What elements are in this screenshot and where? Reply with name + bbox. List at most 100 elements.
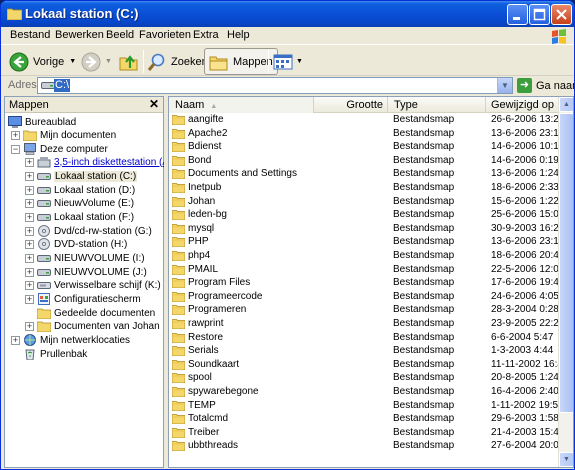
file-row[interactable]: Programeercode Bestandsmap 24-6-2006 4:05: [169, 291, 560, 305]
file-row[interactable]: Restore Bestandsmap 6-6-2004 5:47: [169, 332, 560, 346]
file-row[interactable]: Bdienst Bestandsmap 14-6-2006 10:15: [169, 141, 564, 155]
folders-button[interactable]: Mappen: [204, 48, 278, 75]
minimize-button[interactable]: [507, 4, 528, 25]
tree-expander[interactable]: +: [25, 268, 34, 277]
column-type[interactable]: Type: [388, 97, 486, 113]
file-row[interactable]: Treiber Bestandsmap 21-4-2003 15:43: [169, 427, 564, 441]
folder-icon: [172, 291, 185, 302]
tree-item-my-computer[interactable]: Deze computer: [23, 142, 108, 156]
folder-icon: [172, 332, 185, 343]
tree-item-drive-f[interactable]: Lokaal station (F:): [37, 210, 134, 224]
menu-favorieten[interactable]: Favorieten: [139, 29, 191, 41]
forward-button[interactable]: ▼: [81, 48, 112, 75]
file-row[interactable]: ubbthreads Bestandsmap 27-6-2004 20:05: [169, 440, 564, 454]
file-row[interactable]: rawprint Bestandsmap 23-9-2005 22:26: [169, 318, 564, 332]
tree-item-johan-documents[interactable]: Documenten van Johan: [37, 319, 160, 333]
tree-expander[interactable]: +: [25, 186, 34, 195]
tree-item-floppy-a[interactable]: 3,5-inch diskettestation (A:): [37, 155, 175, 169]
tree-item-drive-i[interactable]: NIEUWVOLUME (I:): [37, 251, 145, 265]
file-modified: 20-8-2005 1:24: [491, 372, 559, 384]
scroll-up-button[interactable]: ▲: [559, 97, 573, 112]
scroll-down-button[interactable]: ▼: [559, 452, 573, 467]
file-row[interactable]: php4 Bestandsmap 18-6-2006 20:45: [169, 250, 564, 264]
file-row[interactable]: spywarebegone Bestandsmap 16-4-2006 2:40: [169, 386, 560, 400]
tree-item-drive-c[interactable]: Lokaal station (C:): [37, 169, 138, 183]
search-button[interactable]: Zoeken: [147, 48, 208, 75]
tree-item-drive-e[interactable]: NieuwVolume (E:): [37, 196, 134, 210]
up-folder-button[interactable]: [119, 48, 139, 75]
file-row[interactable]: Totalcmd Bestandsmap 29-6-2003 1:58: [169, 413, 560, 427]
tree-expander[interactable]: +: [11, 336, 20, 345]
vertical-scrollbar[interactable]: ▲ ▼: [558, 97, 573, 467]
file-row[interactable]: TEMP Bestandsmap 1-11-2002 19:56: [169, 400, 564, 414]
address-input[interactable]: C:\ ▼: [37, 77, 513, 94]
close-pane-icon[interactable]: ✕: [149, 97, 159, 111]
tree-item-recycle-bin[interactable]: Prullenbak: [23, 347, 87, 361]
menu-beeld[interactable]: Beeld: [106, 29, 134, 41]
tree-item-drive-k[interactable]: Verwisselbare schijf (K:): [37, 278, 161, 292]
tree-item-desktop[interactable]: Bureaublad: [8, 115, 76, 129]
file-row[interactable]: Bond Bestandsmap 14-6-2006 0:19: [169, 155, 560, 169]
file-row[interactable]: leden-bg Bestandsmap 25-6-2006 15:09: [169, 209, 564, 223]
tree-expander[interactable]: +: [25, 240, 34, 249]
file-row[interactable]: Documents and Settings Bestandsmap 13-6-20…: [169, 168, 560, 182]
file-row[interactable]: Johan Bestandsmap 15-6-2006 1:22: [169, 196, 560, 210]
tree-expander[interactable]: +: [25, 213, 34, 222]
tree-expander[interactable]: +: [25, 199, 34, 208]
menu-help[interactable]: Help: [227, 29, 250, 41]
folder-icon: [172, 359, 185, 370]
folder-icon: [172, 278, 185, 289]
tree-item-drive-j[interactable]: NIEUWVOLUME (J:): [37, 265, 147, 279]
tree-expander[interactable]: +: [11, 131, 20, 140]
menu-bewerken[interactable]: Bewerken: [55, 29, 104, 41]
tree-expander[interactable]: +: [25, 281, 34, 290]
file-row[interactable]: Soundkaart Bestandsmap 11-11-2002 16:40: [169, 359, 568, 373]
file-row[interactable]: Serials Bestandsmap 1-3-2003 4:44: [169, 345, 560, 359]
tree-item-drive-h[interactable]: DVD-station (H:): [37, 237, 127, 251]
tree-item-control-panel[interactable]: Configuratiescherm: [37, 292, 141, 306]
file-row[interactable]: PMAIL Bestandsmap 22-5-2006 12:07: [169, 264, 564, 278]
column-name[interactable]: Naam ▲: [169, 97, 314, 113]
back-dropdown-icon[interactable]: ▼: [69, 58, 76, 65]
title-bar[interactable]: Lokaal station (C:): [1, 1, 574, 27]
file-row[interactable]: PHP Bestandsmap 13-6-2006 23:13: [169, 236, 564, 250]
file-row[interactable]: Programeren Bestandsmap 28-3-2004 0:28: [169, 304, 560, 318]
tree-collapser[interactable]: −: [11, 145, 20, 154]
folder-icon: [172, 223, 185, 234]
column-size[interactable]: Grootte: [314, 97, 388, 113]
file-name: ubbthreads: [172, 440, 238, 452]
tree-item-shared-documents[interactable]: Gedeelde documenten: [37, 306, 155, 320]
address-dropdown-button[interactable]: ▼: [497, 78, 512, 93]
close-button[interactable]: [551, 4, 572, 25]
tree-item-drive-d[interactable]: Lokaal station (D:): [37, 183, 135, 197]
tree-expander[interactable]: +: [25, 295, 34, 304]
computer-icon: [24, 143, 36, 155]
tree-expander[interactable]: +: [25, 254, 34, 263]
tree-expander[interactable]: +: [25, 227, 34, 236]
menu-bestand[interactable]: Bestand: [10, 29, 50, 41]
drive-icon: [41, 82, 55, 89]
tree-item-network[interactable]: Mijn netwerklocaties: [23, 333, 130, 347]
file-type: Bestandsmap: [393, 277, 455, 289]
file-row[interactable]: spool Bestandsmap 20-8-2005 1:24: [169, 372, 560, 386]
file-row[interactable]: Program Files Bestandsmap 17-6-2006 19:48: [169, 277, 564, 291]
views-button[interactable]: ▼: [273, 48, 303, 75]
go-button[interactable]: ➜ Ga naar: [517, 78, 574, 93]
forward-dropdown-icon[interactable]: ▼: [105, 58, 112, 65]
tree-expander[interactable]: +: [25, 158, 34, 167]
file-row[interactable]: Apache2 Bestandsmap 13-6-2006 23:11: [169, 128, 564, 142]
file-row[interactable]: mysql Bestandsmap 30-9-2003 16:29: [169, 223, 564, 237]
folder-icon: [172, 264, 185, 275]
file-row[interactable]: Inetpub Bestandsmap 18-6-2006 2:33: [169, 182, 560, 196]
menu-extra[interactable]: Extra: [193, 29, 219, 41]
tree-item-drive-g[interactable]: Dvd/cd-rw-station (G:): [37, 224, 152, 238]
scroll-thumb[interactable]: [559, 113, 573, 413]
tree-item-my-documents[interactable]: Mijn documenten: [23, 128, 116, 142]
tree-expander[interactable]: +: [25, 172, 34, 181]
maximize-button[interactable]: [529, 4, 550, 25]
back-button[interactable]: Vorige ▼: [9, 48, 76, 75]
file-row[interactable]: aangifte Bestandsmap 26-6-2006 13:22: [169, 114, 564, 128]
views-dropdown-icon[interactable]: ▼: [296, 58, 303, 65]
tree-expander[interactable]: +: [25, 322, 34, 331]
windows-logo-icon: [552, 29, 566, 44]
